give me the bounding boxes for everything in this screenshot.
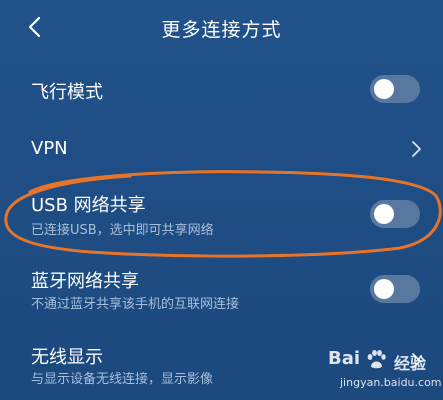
header-bar: 更多连接方式 xyxy=(0,0,443,56)
bluetooth-tethering-toggle[interactable] xyxy=(370,275,420,303)
watermark-brand: 经验 xyxy=(394,354,427,373)
setting-title: VPN xyxy=(31,138,68,159)
setting-row-usb-tethering[interactable]: USB 网络共享 已连接USB，选中即可共享网络 xyxy=(0,180,443,254)
setting-title: 飞行模式 xyxy=(31,82,103,103)
toggle-knob xyxy=(374,79,394,99)
chevron-right-icon xyxy=(412,141,421,157)
watermark: Bai 经验 jingyan.baidu.com xyxy=(328,348,442,398)
setting-title: 无线显示 xyxy=(31,347,103,368)
settings-screen: 更多连接方式 飞行模式 VPN USB 网络共享 已连接USB，选中即可共享网络… xyxy=(0,0,443,400)
page-title: 更多连接方式 xyxy=(161,19,282,41)
paw-icon xyxy=(367,350,386,369)
setting-subtitle: 不通过蓝牙共享该手机的互联网连接 xyxy=(31,297,240,312)
setting-subtitle: 已连接USB，选中即可共享网络 xyxy=(31,223,214,238)
usb-tethering-toggle[interactable] xyxy=(370,200,420,228)
airplane-mode-toggle[interactable] xyxy=(370,75,420,103)
setting-title: 蓝牙网络共享 xyxy=(31,271,139,292)
setting-title: USB 网络共享 xyxy=(31,195,146,216)
toggle-knob xyxy=(374,204,394,224)
setting-row-vpn[interactable]: VPN xyxy=(0,122,443,178)
watermark-logo-text: Bai xyxy=(328,348,361,369)
setting-subtitle: 与显示设备无线连接，显示影像 xyxy=(31,372,214,387)
toggle-knob xyxy=(374,279,394,299)
watermark-url: jingyan.baidu.com xyxy=(340,376,442,389)
setting-row-airplane-mode[interactable]: 飞行模式 xyxy=(0,60,443,118)
setting-row-bluetooth-tethering[interactable]: 蓝牙网络共享 不通过蓝牙共享该手机的互联网连接 xyxy=(0,256,443,328)
